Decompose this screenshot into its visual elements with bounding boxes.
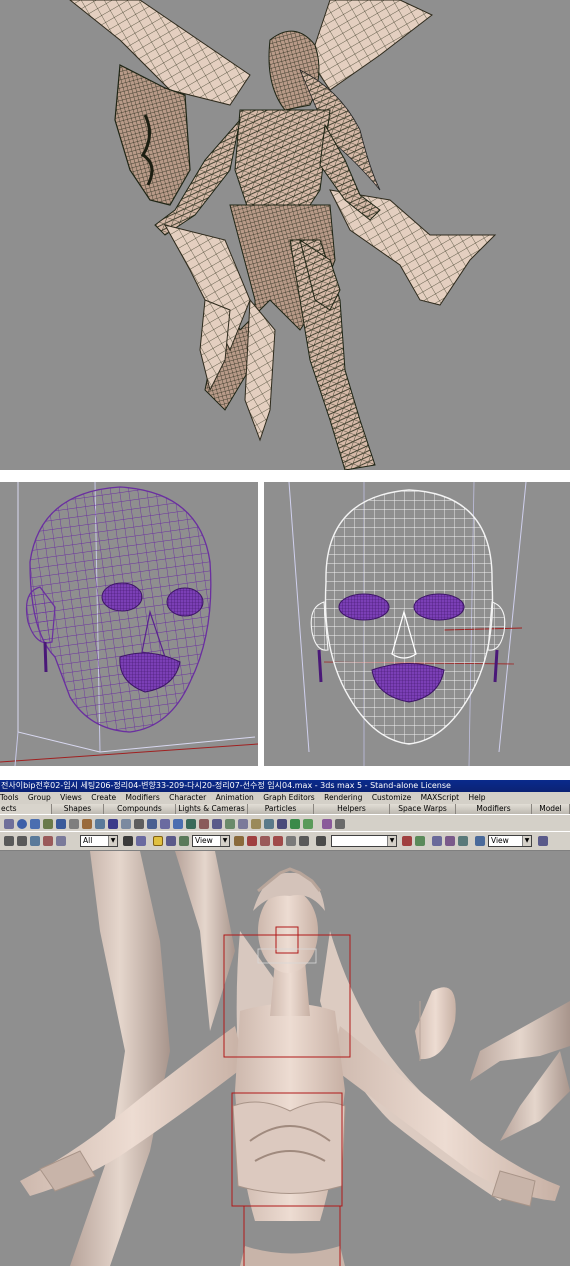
tab-lights-cameras[interactable]: Lights & Cameras [176,804,248,814]
gengon-icon[interactable] [186,819,196,829]
sphere-icon[interactable] [17,819,27,829]
menu-create[interactable]: Create [91,792,116,804]
reference-coord-value: View [195,836,213,845]
menu-maxscript[interactable]: MAXScript [421,792,460,804]
torus-icon[interactable] [43,819,53,829]
chevron-down-icon: ▼ [108,836,117,846]
render-type-icon[interactable] [475,836,485,846]
wireframe-viewport[interactable] [0,0,570,470]
spinner-snap-icon[interactable] [316,836,326,846]
tab-shapes[interactable]: Shapes [52,804,104,814]
chamferbox-icon[interactable] [147,819,157,829]
geosphere-icon[interactable] [82,819,92,829]
menu-bar: Tools Group Views Create Modifiers Chara… [0,792,570,804]
menu-customize[interactable]: Customize [372,792,411,804]
head-front-viewport[interactable] [264,482,570,766]
menu-rendering[interactable]: Rendering [324,792,362,804]
tab-particles[interactable]: Particles [248,804,314,814]
menu-views[interactable]: Views [60,792,82,804]
menu-help[interactable]: Help [468,792,485,804]
named-selection-dropdown[interactable]: ▼ [331,835,397,847]
selection-filter-value: All [83,836,93,845]
chevron-down-icon: ▼ [220,836,229,846]
window-title: 전사이bip전후02-임시 세팅206-정리04-변향33-209-다시20-정… [1,781,451,790]
reference-coord-dropdown[interactable]: View ▼ [192,835,230,847]
cylinder-icon[interactable] [30,819,40,829]
wireframe-character-render [69,0,497,470]
selection-filter-dropdown[interactable]: All ▼ [80,835,118,847]
quick-render-icon[interactable] [458,836,468,846]
schematic-icon[interactable] [415,836,425,846]
undo-icon[interactable] [4,836,14,846]
box-icon[interactable] [4,819,14,829]
window-title-bar: 전사이bip전후02-임시 세팅206-정리04-변향33-209-다시20-정… [0,780,570,792]
render-view-value: View [491,836,509,845]
tab-panel-bar: ects Shapes Compounds Lights & Cameras P… [0,804,570,814]
menu-tools[interactable]: Tools [0,792,18,804]
head-perspective-viewport[interactable] [0,482,258,766]
select-by-name-icon[interactable] [136,836,146,846]
torusknot-icon[interactable] [225,819,235,829]
tab-helpers[interactable]: Helpers [314,804,390,814]
angle-snap-icon[interactable] [286,836,296,846]
teapot-icon[interactable] [56,819,66,829]
tab-modifiers[interactable]: Modifiers [456,804,532,814]
snap-icon[interactable] [273,836,283,846]
menu-animation[interactable]: Animation [216,792,254,804]
unlink-icon[interactable] [43,836,53,846]
green-diamond-icon[interactable] [290,819,300,829]
curve-editor-icon[interactable] [402,836,412,846]
move-icon[interactable] [153,836,163,846]
tab-objects[interactable]: ects [0,804,52,814]
hedra-icon[interactable] [134,819,144,829]
menu-group[interactable]: Group [28,792,51,804]
bind-spacewarp-icon[interactable] [56,836,66,846]
pyramid-icon[interactable] [108,819,118,829]
hose-icon[interactable] [277,819,287,829]
nurbs-icon[interactable] [335,819,345,829]
menu-modifiers[interactable]: Modifiers [126,792,160,804]
render-view-dropdown[interactable]: View ▼ [488,835,532,847]
oiltank-icon[interactable] [160,819,170,829]
3dsmax-window: 전사이bip전후02-임시 세팅206-정리04-변향33-209-다시20-정… [0,780,570,1266]
ringwave-icon[interactable] [199,819,209,829]
percent-snap-icon[interactable] [299,836,309,846]
material-editor-icon[interactable] [432,836,442,846]
chevron-down-icon: ▼ [522,836,531,846]
diamond-icon[interactable] [303,819,313,829]
menu-graph-editors[interactable]: Graph Editors [263,792,315,804]
align-icon[interactable] [260,836,270,846]
select-icon[interactable] [123,836,133,846]
perspective-viewport[interactable] [0,851,570,1266]
patch-icon[interactable] [322,819,332,829]
chevron-down-icon: ▼ [387,836,396,846]
rotate-icon[interactable] [166,836,176,846]
tube-icon[interactable] [95,819,105,829]
main-toolbar: All ▼ View ▼ ▼ View ▼ [0,831,570,851]
scale-icon[interactable] [179,836,189,846]
render-scene-icon[interactable] [445,836,455,846]
head-wireframe-white [288,482,527,766]
mirror-icon[interactable] [247,836,257,846]
head-wireframe-purple [0,482,258,766]
prism-icon[interactable] [212,819,222,829]
lext-icon[interactable] [251,819,261,829]
capsule-icon[interactable] [238,819,248,829]
tab-modeling[interactable]: Model [532,804,570,814]
spindle-icon[interactable] [173,819,183,829]
redo-icon[interactable] [17,836,27,846]
pivot-icon[interactable] [234,836,244,846]
cext-icon[interactable] [264,819,274,829]
link-icon[interactable] [30,836,40,846]
menu-character[interactable]: Character [169,792,206,804]
teapot-render-icon[interactable] [538,836,548,846]
shaded-character-render [20,851,570,1266]
tab-space-warps[interactable]: Space Warps [390,804,456,814]
cone-icon[interactable] [69,819,79,829]
plane-icon[interactable] [121,819,131,829]
tab-compounds[interactable]: Compounds [104,804,176,814]
